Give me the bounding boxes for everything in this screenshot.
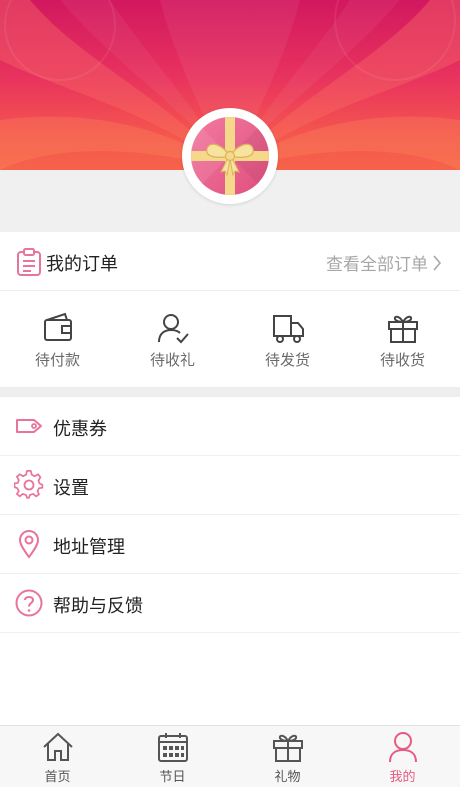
tab-label: 首页 bbox=[44, 770, 71, 785]
clipboard-icon bbox=[16, 248, 42, 280]
menu-item-label: 优惠券 bbox=[53, 419, 107, 440]
status-label: 待发货 bbox=[264, 351, 310, 369]
tab-mine[interactable]: 我的 bbox=[345, 730, 460, 785]
home-icon bbox=[42, 732, 73, 761]
location-pin-icon bbox=[18, 529, 40, 559]
status-label: 待付款 bbox=[34, 351, 80, 369]
order-status-row: 待付款 待收礼 待发货 待收货 bbox=[0, 291, 460, 387]
menu-item-help[interactable]: 帮助与反馈 bbox=[0, 574, 460, 633]
gear-icon bbox=[14, 470, 44, 499]
tab-festivals[interactable]: 节日 bbox=[115, 730, 230, 785]
tab-home[interactable]: 首页 bbox=[0, 730, 115, 785]
truck-icon bbox=[272, 315, 304, 343]
menu-item-label: 地址管理 bbox=[53, 537, 125, 558]
chevron-right-icon bbox=[433, 254, 442, 271]
menu-item-coupons[interactable]: 优惠券 bbox=[0, 397, 460, 456]
my-orders-header[interactable]: 我的订单 查看全部订单 bbox=[0, 232, 460, 291]
tab-label: 节日 bbox=[159, 770, 186, 785]
calendar-icon bbox=[157, 733, 188, 762]
tab-label: 我的 bbox=[389, 770, 416, 785]
status-label: 待收货 bbox=[379, 351, 425, 369]
status-label: 待收礼 bbox=[149, 351, 195, 369]
gift-box-icon bbox=[191, 117, 269, 195]
status-pending-shipment[interactable]: 待发货 bbox=[230, 311, 345, 370]
coupon-tag-icon bbox=[16, 419, 42, 433]
status-pending-receive-gift[interactable]: 待收礼 bbox=[115, 311, 230, 370]
help-icon bbox=[15, 589, 43, 617]
avatar[interactable] bbox=[182, 108, 278, 204]
view-all-orders-label: 查看全部订单 bbox=[326, 255, 428, 275]
gift-icon bbox=[272, 734, 303, 762]
menu-item-label: 帮助与反馈 bbox=[53, 596, 143, 617]
view-all-orders-link[interactable]: 查看全部订单 bbox=[326, 250, 442, 275]
section-divider bbox=[0, 387, 460, 397]
menu-item-address[interactable]: 地址管理 bbox=[0, 515, 460, 574]
user-icon bbox=[388, 732, 417, 763]
gift-icon bbox=[387, 315, 418, 343]
bottom-tab-bar: 首页 节日 礼物 我的 bbox=[0, 725, 460, 787]
wallet-icon bbox=[43, 312, 72, 341]
status-pending-payment[interactable]: 待付款 bbox=[0, 311, 115, 370]
status-pending-receipt[interactable]: 待收货 bbox=[345, 311, 460, 370]
user-check-icon bbox=[157, 314, 189, 344]
menu-item-label: 设置 bbox=[53, 478, 89, 499]
tab-gifts[interactable]: 礼物 bbox=[230, 730, 345, 785]
my-orders-title: 我的订单 bbox=[46, 254, 118, 275]
tab-label: 礼物 bbox=[274, 770, 301, 785]
settings-menu: 优惠券 设置 地址管理 帮助与反馈 bbox=[0, 397, 460, 633]
menu-item-settings[interactable]: 设置 bbox=[0, 456, 460, 515]
